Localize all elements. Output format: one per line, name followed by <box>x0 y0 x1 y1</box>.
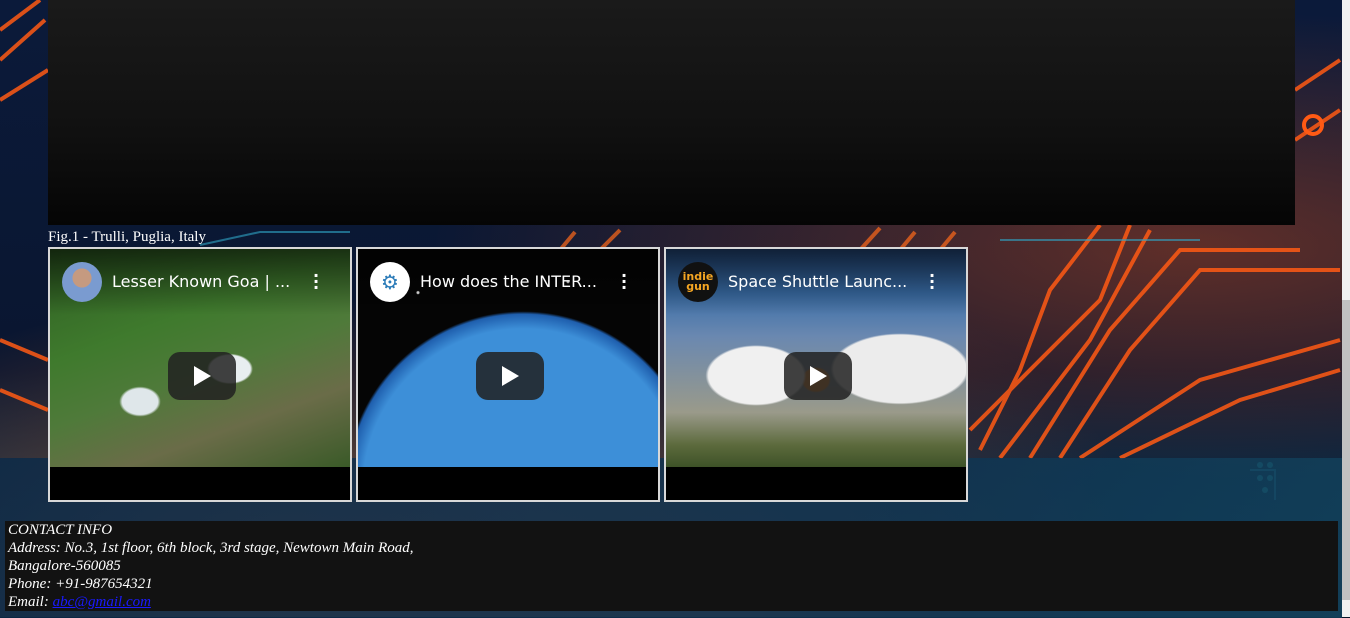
hero-image <box>48 0 1295 225</box>
contact-email-row: Email: abc@gmail.com <box>8 593 1338 611</box>
video-title[interactable]: How does the INTER... <box>420 272 610 291</box>
more-options-icon[interactable]: · · · <box>620 268 628 296</box>
email-link[interactable]: abc@gmail.com <box>53 594 151 610</box>
contact-info-section: CONTACT INFO Address: No.3, 1st floor, 6… <box>5 521 1338 611</box>
scrollbar-thumb[interactable] <box>1342 300 1350 600</box>
video-row: Lesser Known Goa | ... · · · ⚙ How does th… <box>48 247 968 502</box>
video-embed-space-shuttle[interactable]: indie gun Space Shuttle Launc... · · · <box>664 247 968 502</box>
video-title[interactable]: Space Shuttle Launc... <box>728 272 918 291</box>
contact-phone: Phone: +91-987654321 <box>8 576 153 592</box>
video-embed-internet[interactable]: ⚙ How does the INTER... · · · <box>356 247 660 502</box>
play-button[interactable] <box>784 352 852 400</box>
figure-caption: Fig.1 - Trulli, Puglia, Italy <box>48 229 206 245</box>
email-label: Email: <box>8 594 53 610</box>
channel-avatar[interactable]: indie gun <box>678 262 718 302</box>
channel-avatar[interactable]: ⚙ <box>370 262 410 302</box>
contact-address-line1: Address: No.3, 1st floor, 6th block, 3rd… <box>8 540 414 556</box>
play-button[interactable] <box>476 352 544 400</box>
channel-avatar[interactable] <box>62 262 102 302</box>
play-icon <box>810 366 827 386</box>
play-icon <box>194 366 211 386</box>
play-button[interactable] <box>168 352 236 400</box>
play-icon <box>502 366 519 386</box>
contact-address-line2: Bangalore-560085 <box>8 558 121 574</box>
video-title[interactable]: Lesser Known Goa | ... <box>112 272 302 291</box>
vertical-scrollbar[interactable] <box>1342 0 1350 617</box>
contact-heading: CONTACT INFO <box>8 522 113 538</box>
video-embed-goa[interactable]: Lesser Known Goa | ... · · · <box>48 247 352 502</box>
more-options-icon[interactable]: · · · <box>312 268 320 296</box>
more-options-icon[interactable]: · · · <box>928 268 936 296</box>
